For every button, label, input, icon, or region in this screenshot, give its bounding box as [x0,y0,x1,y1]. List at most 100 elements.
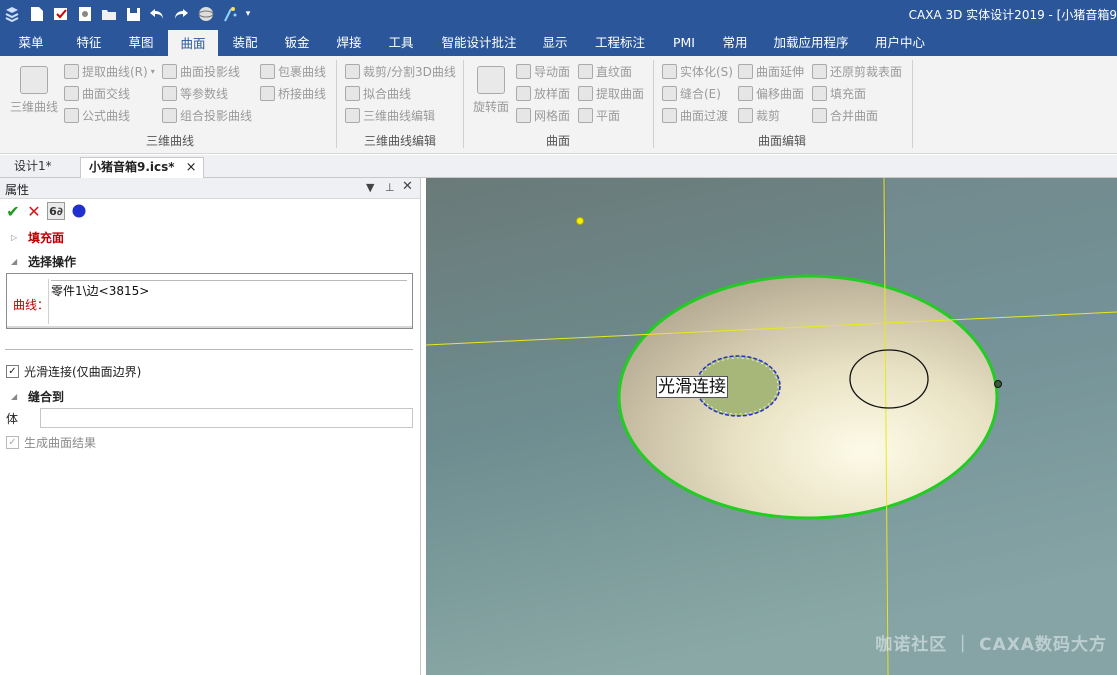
panel-toolbar: ✔ ✕ 6∂ [0,199,420,223]
confirm-check-icon[interactable]: ✔ [4,202,22,221]
divider [48,279,49,324]
generate-surface-option[interactable]: ✓ 生成曲面结果 [6,434,96,451]
close-icon[interactable]: × [186,158,197,177]
tab-welding[interactable]: 焊接 [326,29,372,56]
sweep-surface-button[interactable]: 导动面 [516,62,570,80]
open-folder-icon[interactable] [99,4,119,24]
stitch-button[interactable]: 缝合(E) [662,84,721,102]
surface-extend-button[interactable]: 曲面延伸 [738,62,804,80]
restore-trimmed-surface-button[interactable]: 还原剪裁表面 [812,62,902,80]
formula-curve-button[interactable]: 公式曲线 [64,106,130,124]
tab-feature[interactable]: 特征 [66,29,112,56]
extract-surface-button[interactable]: 提取曲面 [578,84,644,102]
boundary-handle[interactable] [994,380,1002,388]
offset-surface-button[interactable]: 偏移曲面 [738,84,804,102]
tab-smart-design-annotation[interactable]: 智能设计批注 [434,29,524,56]
surface-intersection-button[interactable]: 曲面交线 [64,84,130,102]
fit-curve-button[interactable]: 拟合曲线 [345,84,411,102]
help-circle-icon[interactable] [70,202,88,220]
tab-engineering-annotation[interactable]: 工程标注 [588,29,652,56]
smooth-connect-checkbox[interactable]: ✓ [6,365,19,378]
undo-icon[interactable] [147,4,167,24]
extract-curve-button[interactable]: 提取曲线(R) ▾ [64,62,155,80]
3d-viewport[interactable]: 光滑连接 咖诺社区 ｜ CAXA数码大方 [426,178,1117,675]
solidify-icon [662,63,677,79]
tab-pmi[interactable]: PMI [664,29,704,56]
3d-curve-button[interactable]: 三维曲线 [6,66,62,115]
tab-menu[interactable]: 菜单 [8,29,54,56]
curve-value[interactable]: 零件1\边<3815> [51,282,149,299]
open-icon[interactable] [51,4,71,24]
panel-title: 属性 [5,183,30,197]
surface-projection-icon [162,63,177,79]
ruled-surface-button[interactable]: 直纹面 [578,62,632,80]
tab-assembly[interactable]: 装配 [222,29,268,56]
trim-split-3d-curve-button[interactable]: 裁剪/分割3D曲线 [345,62,456,80]
curve-edit-icon [345,107,360,123]
generate-surface-checkbox[interactable]: ✓ [6,436,19,449]
panel-close-icon[interactable]: ✕ [402,179,413,194]
collapse-triangle-icon: ◢ [11,257,18,266]
merge-surface-button[interactable]: 合并曲面 [812,106,878,124]
restore-surface-icon [812,63,827,79]
wizard-icon[interactable] [220,4,240,24]
smooth-connect-option[interactable]: ✓ 光滑连接(仅曲面边界) [6,363,141,380]
panel-header: 属性 ▼ ⊥ ✕ [0,178,420,199]
tab-tools[interactable]: 工具 [378,29,424,56]
print-icon[interactable] [75,4,95,24]
fill-surface-button[interactable]: 填充面 [812,84,866,102]
bridge-curve-button[interactable]: 桥接曲线 [260,84,326,102]
divider [51,280,407,281]
plane-button[interactable]: 平面 [578,106,620,124]
trim-button[interactable]: 裁剪 [738,106,780,124]
3d-curve-edit-button[interactable]: 三维曲线编辑 [345,106,435,124]
surface-extend-icon [738,63,753,79]
fit-curve-icon [345,85,360,101]
combined-projection-button[interactable]: 组合投影曲线 [162,106,252,124]
surface-projection-button[interactable]: 曲面投影线 [162,62,240,80]
tab-user-center[interactable]: 用户中心 [866,29,934,56]
group-divider [336,60,337,148]
scene-canvas[interactable] [426,178,1117,675]
menu-bar: 菜单 特征 草图 曲面 装配 钣金 焊接 工具 智能设计批注 显示 工程标注 P… [0,29,1117,56]
curve-selection-box[interactable]: 曲线： 零件1\边<3815> [6,273,413,329]
pin-icon[interactable]: ⊥ [385,181,395,194]
trim-icon [738,107,753,123]
section-select-operation[interactable]: ◢ 选择操作 [0,252,421,272]
scissors-icon [345,63,360,79]
save-icon[interactable] [123,4,143,24]
tab-common[interactable]: 常用 [712,29,758,56]
isoparametric-icon [162,85,177,101]
new-file-icon[interactable] [27,4,47,24]
wrap-curve-button[interactable]: 包裹曲线 [260,62,326,80]
body-input[interactable] [40,408,413,428]
preview-glasses-icon[interactable]: 6∂ [47,202,65,220]
solidify-button[interactable]: 实体化(S) [662,62,733,80]
tab-sketch[interactable]: 草图 [118,29,164,56]
isoparametric-button[interactable]: 等参数线 [162,84,228,102]
panel-dropdown-icon[interactable]: ▼ [366,181,374,194]
tab-display[interactable]: 显示 [532,29,578,56]
section-fill-surface[interactable]: ▷ 填充面 [0,228,421,248]
redo-icon[interactable] [171,4,191,24]
wrap-curve-icon [260,63,275,79]
collapse-triangle-icon: ◢ [11,392,18,401]
doc-tab-design1[interactable]: 设计1* [6,157,60,178]
tab-load-apps[interactable]: 加载应用程序 [766,29,856,56]
origin-point[interactable] [576,217,584,225]
sphere-icon[interactable] [196,4,216,24]
tab-surface[interactable]: 曲面 [168,29,218,56]
smooth-connect-annotation[interactable]: 光滑连接 [656,376,728,398]
section-stitch-to[interactable]: ◢ 缝合到 [0,387,421,407]
app-menu-icon[interactable] [2,4,22,24]
mesh-surface-button[interactable]: 网格面 [516,106,570,124]
tab-sheetmetal[interactable]: 钣金 [274,29,320,56]
group-divider [463,60,464,148]
revolve-surface-button[interactable]: 旋转面 [469,66,513,115]
cancel-x-icon[interactable]: ✕ [25,202,43,221]
doc-tab-piggy-speaker[interactable]: 小猪音箱9.ics* × [80,157,204,178]
document-tabs: 设计1* 小猪音箱9.ics* × [0,155,1117,178]
loft-surface-button[interactable]: 放样面 [516,84,570,102]
dropdown-icon[interactable]: ▾ [242,4,254,24]
surface-blend-button[interactable]: 曲面过渡 [662,106,728,124]
